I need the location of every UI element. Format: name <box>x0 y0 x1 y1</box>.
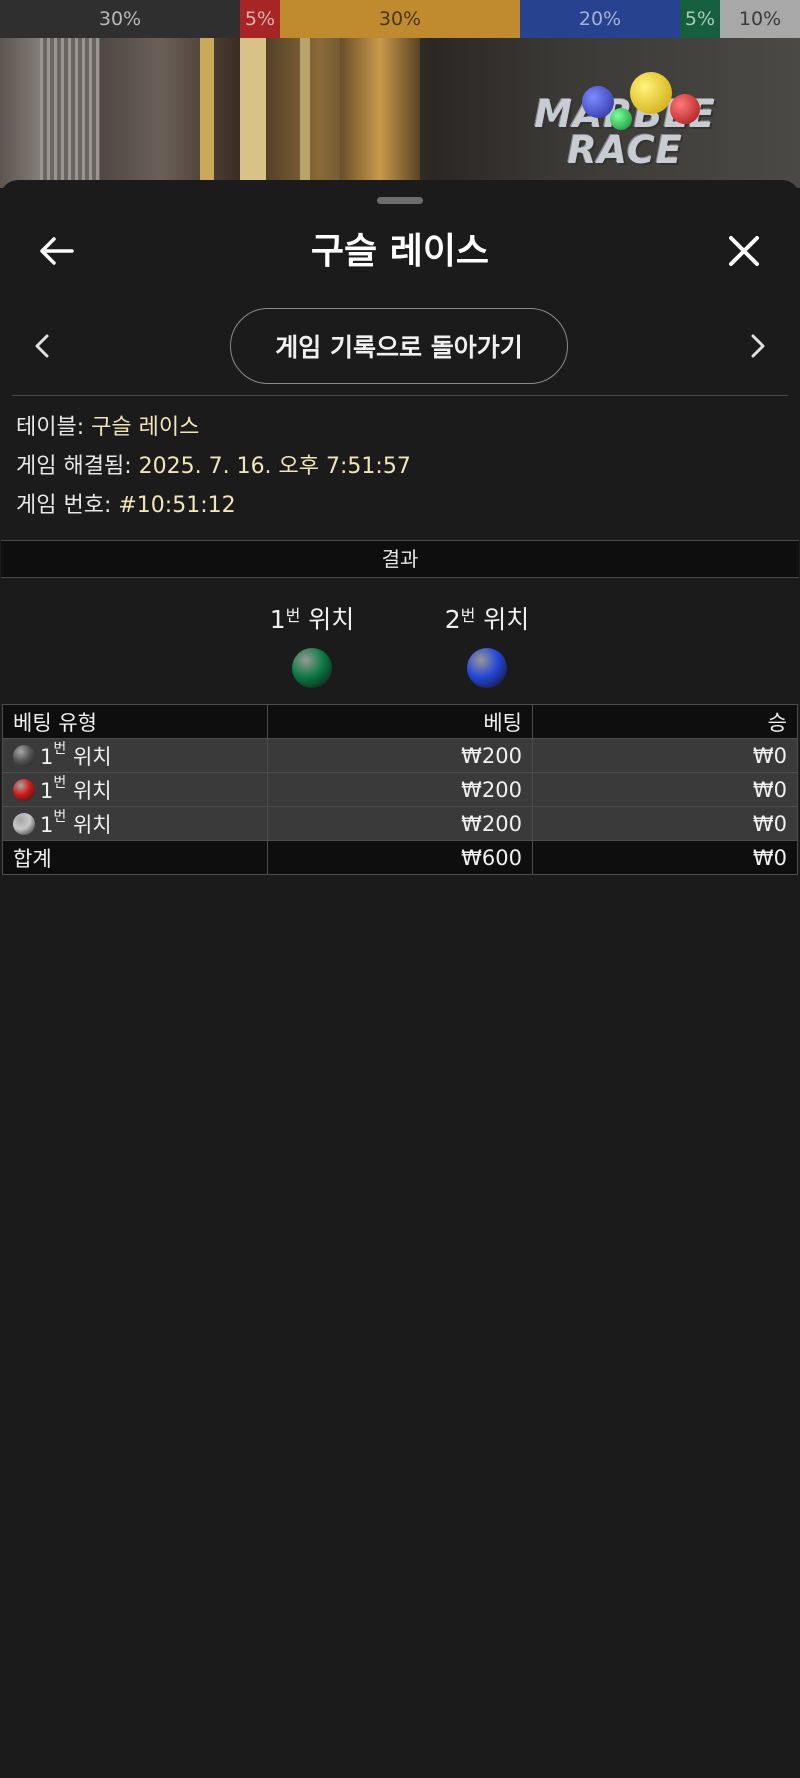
table-row: 1번 위치 ₩200 ₩0 <box>2 806 798 841</box>
result-header: 결과 <box>1 540 799 578</box>
resolved-value: 2025. 7. 16. 오후 7:51:57 <box>138 454 411 479</box>
bets-table: 베팅 유형 베팅 승 1번 위치 ₩200 ₩0 1번 위치 ₩200 ₩0 1… <box>2 704 798 875</box>
result-marble-blue <box>467 648 507 688</box>
odds-segment: 30% <box>280 0 520 38</box>
chip-icon <box>13 744 35 767</box>
header-bet: 베팅 <box>267 704 533 739</box>
back-to-history-button[interactable]: 게임 기록으로 돌아가기 <box>230 308 568 384</box>
position-number: 2 <box>444 605 461 634</box>
page-title: 구슬 레이스 <box>310 231 490 272</box>
header-win: 승 <box>532 704 798 739</box>
logo-line2: RACE <box>567 128 683 172</box>
bet-amount: ₩200 <box>267 806 533 841</box>
odds-segment: 20% <box>520 0 680 38</box>
odds-segment: 5% <box>680 0 720 38</box>
odds-bar: 30% 5% 30% 20% 5% 10% <box>0 0 800 38</box>
resolved-info: 게임 해결됨: 2025. 7. 16. 오후 7:51:57 <box>16 452 411 482</box>
position-suffix: 번 <box>460 606 476 625</box>
table-info: 테이블: 구슬 레이스 <box>16 413 199 443</box>
resolved-label: 게임 해결됨: <box>16 454 139 479</box>
win-amount: ₩0 <box>532 806 798 841</box>
game-number-info: 게임 번호: #10:51:12 <box>16 491 236 521</box>
close-button[interactable] <box>718 225 770 277</box>
odds-segment: 5% <box>240 0 280 38</box>
position-suffix: 번 <box>285 606 301 625</box>
total-label: 합계 <box>2 840 268 875</box>
game-number-label: 게임 번호: <box>16 493 119 518</box>
chip-icon <box>13 778 35 801</box>
table-header-row: 베팅 유형 베팅 승 <box>2 704 798 739</box>
result-position-2: 2번 위치 <box>417 600 557 688</box>
close-icon <box>729 236 759 266</box>
table-row: 1번 위치 ₩200 ₩0 <box>2 738 798 773</box>
header-bet-type: 베팅 유형 <box>2 704 268 739</box>
marble-race-logo: MARBLE RACE <box>520 72 730 172</box>
bet-amount: ₩200 <box>267 772 533 807</box>
result-marble-green <box>292 648 332 688</box>
position-number: 1 <box>269 605 286 634</box>
bet-amount: ₩200 <box>267 738 533 773</box>
chevron-left-icon <box>35 334 49 358</box>
total-win: ₩0 <box>532 840 798 875</box>
result-position-1: 1번 위치 <box>242 600 382 688</box>
divider <box>12 395 788 396</box>
win-amount: ₩0 <box>532 738 798 773</box>
drag-handle[interactable] <box>377 197 423 204</box>
position-word: 위치 <box>300 605 355 634</box>
win-amount: ₩0 <box>532 772 798 807</box>
game-number-value: #10:51:12 <box>118 493 236 518</box>
table-row: 1번 위치 ₩200 ₩0 <box>2 772 798 807</box>
live-video: MARBLE RACE <box>0 38 800 188</box>
table-value: 구슬 레이스 <box>91 415 200 440</box>
chevron-right-icon <box>751 334 765 358</box>
total-bet: ₩600 <box>267 840 533 875</box>
chip-icon <box>13 812 35 835</box>
odds-segment: 30% <box>0 0 240 38</box>
game-detail-sheet: 구슬 레이스 게임 기록으로 돌아가기 테이블: 구슬 레이스 게임 해결됨: … <box>0 180 800 1778</box>
next-game-button[interactable] <box>738 326 778 366</box>
position-word: 위치 <box>475 605 530 634</box>
odds-segment: 10% <box>720 0 800 38</box>
table-total-row: 합계 ₩600 ₩0 <box>2 840 798 875</box>
table-label: 테이블: <box>16 415 92 440</box>
prev-game-button[interactable] <box>22 326 62 366</box>
